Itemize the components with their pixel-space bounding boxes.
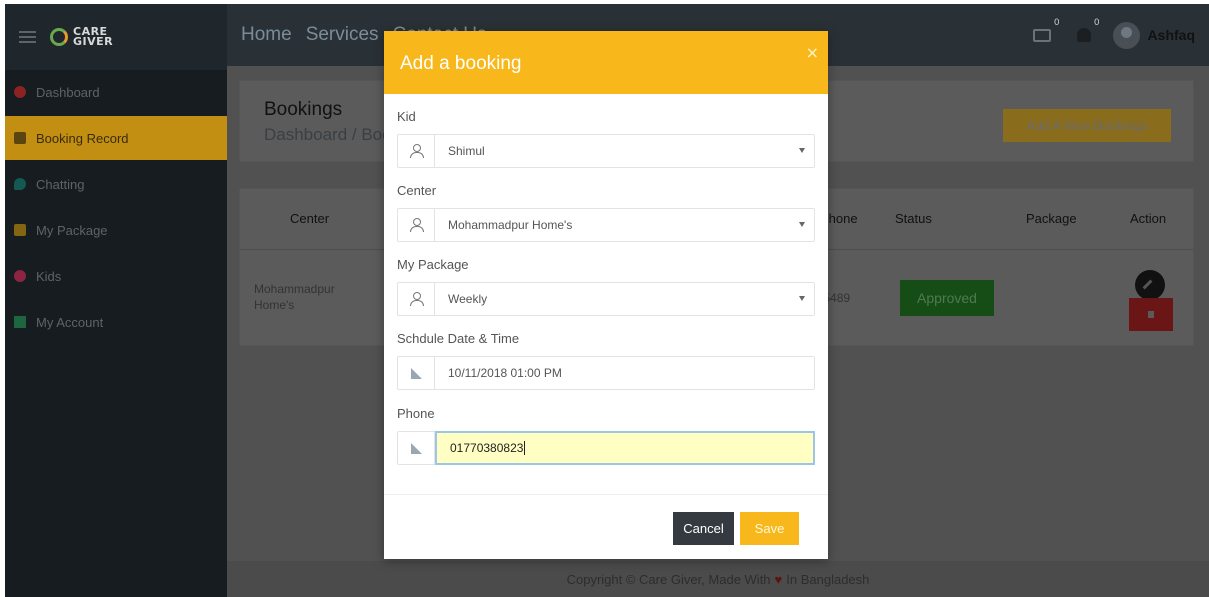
sidebar-item-label: Kids	[36, 268, 62, 284]
kid-value: Shimul	[448, 144, 485, 158]
add-booking-modal: Add a booking × Kid Shimul Center Mohamm…	[384, 31, 828, 559]
user-icon	[410, 144, 424, 158]
sidebar-item-kids[interactable]: Kids	[5, 254, 227, 298]
kid-addon	[398, 135, 435, 167]
sidebar-item-label: My Account	[36, 314, 104, 330]
sidebar-item-booking-record[interactable]: Booking Record	[5, 116, 227, 160]
save-button[interactable]: Save	[740, 512, 799, 545]
sidebar-item-label: Dashboard	[36, 84, 100, 100]
package-addon	[398, 283, 435, 315]
messages-button[interactable]: 0	[1032, 18, 1060, 46]
notifications-badge: 0	[1093, 18, 1100, 28]
package-icon	[14, 224, 26, 236]
status-badge: Approved	[900, 280, 994, 316]
kid-label: Kid	[397, 109, 416, 124]
modal-footer: Cancel Save	[384, 494, 828, 559]
user-icon	[410, 292, 424, 306]
schedule-addon	[398, 357, 435, 389]
book-icon	[14, 132, 26, 144]
phone-input[interactable]: 01770380823	[435, 431, 815, 465]
kid-select-group: Shimul	[397, 134, 815, 168]
hamburger-menu-icon[interactable]	[19, 31, 36, 43]
ruler-icon	[410, 442, 422, 454]
app-logo[interactable]: CARE GIVER	[50, 26, 114, 48]
center-label: Center	[397, 183, 437, 198]
footer: Copyright © Care Giver, Made With ♥ In B…	[227, 561, 1209, 597]
schedule-input-group: 10/11/2018 01:00 PM	[397, 356, 815, 390]
nav-services[interactable]: Services	[306, 24, 379, 46]
footer-text-end: In Bangladesh	[786, 571, 870, 587]
heart-icon: ♥	[774, 571, 783, 587]
close-icon[interactable]: ×	[806, 43, 819, 62]
chevron-down-icon	[799, 296, 805, 301]
account-icon	[14, 316, 26, 328]
nav-home[interactable]: Home	[241, 24, 292, 46]
col-header-center: Center	[290, 211, 330, 226]
sidebar: CARE GIVER Dashboard Booking Record Chat…	[5, 4, 227, 597]
phone-input-group: 01770380823	[397, 431, 815, 465]
col-header-action: Action	[1130, 211, 1167, 226]
logo-mark-icon	[50, 28, 68, 46]
schedule-value: 10/11/2018 01:00 PM	[448, 366, 562, 380]
footer-text: Copyright © Care Giver, Made With	[566, 571, 771, 587]
topbar-actions: 0 0 Ashfaq	[1032, 4, 1195, 66]
package-label: My Package	[397, 257, 469, 272]
logo-line-2: GIVER	[73, 35, 114, 48]
modal-title: Add a booking	[400, 53, 522, 74]
avatar[interactable]	[1112, 21, 1140, 49]
schedule-label: Schdule Date & Time	[397, 331, 520, 346]
phone-label: Phone	[397, 406, 435, 421]
text-cursor	[524, 441, 526, 455]
schedule-input[interactable]: 10/11/2018 01:00 PM	[435, 357, 814, 389]
sidebar-item-my-account[interactable]: My Account	[5, 300, 227, 344]
page-title: Bookings	[264, 99, 343, 120]
user-name[interactable]: Ashfaq	[1148, 27, 1195, 43]
modal-body: Kid Shimul Center Mohammadpur Home's My …	[384, 109, 828, 465]
col-header-status: Status	[895, 211, 932, 226]
package-select[interactable]: Weekly	[435, 283, 814, 315]
cancel-button[interactable]: Cancel	[673, 512, 734, 545]
chat-icon	[14, 178, 26, 190]
center-select[interactable]: Mohammadpur Home's	[435, 209, 814, 241]
cell-center: Mohammadpur Home's	[254, 282, 335, 312]
sidebar-item-chatting[interactable]: Chatting	[5, 162, 227, 206]
sidebar-item-label: My Package	[36, 222, 108, 238]
chevron-down-icon	[799, 148, 805, 153]
modal-header: Add a booking ×	[384, 31, 828, 94]
messages-badge: 0	[1053, 18, 1060, 28]
delete-button[interactable]	[1129, 298, 1173, 331]
edit-button[interactable]	[1135, 270, 1165, 300]
phone-addon	[398, 432, 435, 464]
sidebar-item-label: Chatting	[36, 176, 85, 192]
logo-text: CARE GIVER	[73, 26, 114, 48]
phone-value: 01770380823	[450, 441, 524, 455]
notifications-button[interactable]: 0	[1073, 18, 1100, 46]
sidebar-item-dashboard[interactable]: Dashboard	[5, 70, 227, 114]
package-select-group: Weekly	[397, 282, 815, 316]
sidebar-item-label: Booking Record	[36, 130, 129, 146]
center-value: Mohammadpur Home's	[448, 218, 573, 232]
sidebar-item-my-package[interactable]: My Package	[5, 208, 227, 252]
ruler-icon	[410, 367, 422, 379]
add-new-booking-button[interactable]: Add A New Bookings	[1003, 109, 1171, 142]
center-select-group: Mohammadpur Home's	[397, 208, 815, 242]
col-header-package: Package	[1026, 211, 1077, 226]
center-addon	[398, 209, 435, 241]
sidebar-menu: Dashboard Booking Record Chatting My Pac…	[5, 70, 227, 344]
user-icon	[410, 218, 424, 232]
bell-icon	[1076, 28, 1091, 42]
dashboard-icon	[14, 86, 26, 98]
kid-select[interactable]: Shimul	[435, 135, 814, 167]
chevron-down-icon	[799, 222, 805, 227]
kids-icon	[14, 270, 26, 282]
brand-bar: CARE GIVER	[5, 4, 227, 70]
envelope-icon	[1032, 29, 1051, 42]
package-value: Weekly	[448, 292, 488, 306]
